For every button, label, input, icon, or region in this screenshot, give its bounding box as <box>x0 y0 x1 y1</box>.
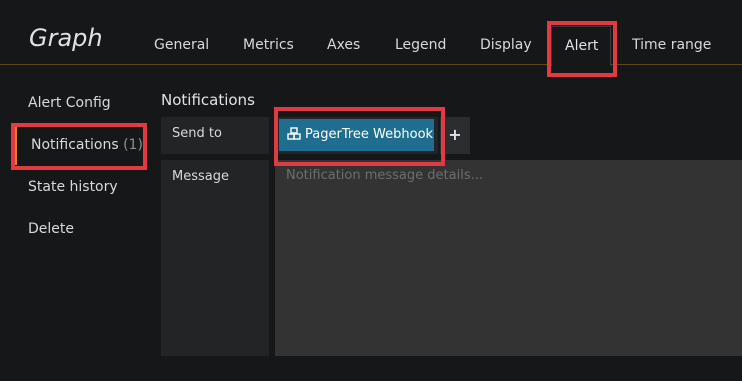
sidebar-item-label: Delete <box>28 221 74 237</box>
highlight-channel <box>274 107 445 166</box>
sidebar-item-state-history[interactable]: State history <box>28 179 118 195</box>
sidebar-item-label: Alert Config <box>28 95 111 111</box>
highlight-alert-tab <box>547 21 617 77</box>
sidebar-item-delete[interactable]: Delete <box>28 221 74 237</box>
tab-metrics[interactable]: Metrics <box>243 37 294 53</box>
highlight-notifications <box>11 123 147 170</box>
send-to-label-box: Send to <box>161 117 269 154</box>
section-title: Notifications <box>161 91 255 109</box>
message-label: Message <box>172 169 229 184</box>
tab-general[interactable]: General <box>154 37 209 53</box>
tab-display[interactable]: Display <box>480 37 532 53</box>
send-to-label: Send to <box>172 126 222 141</box>
panel-title: Graph <box>29 24 103 52</box>
tab-legend[interactable]: Legend <box>395 37 446 53</box>
message-label-box: Message <box>161 160 269 356</box>
sidebar-item-alert-config[interactable]: Alert Config <box>28 95 111 111</box>
sidebar-item-label: State history <box>28 179 118 195</box>
panel-header: Graph General Metrics Axes Legend Displa… <box>0 0 742 66</box>
tab-time-range[interactable]: Time range <box>632 37 711 53</box>
message-input[interactable] <box>275 160 742 356</box>
tab-axes[interactable]: Axes <box>327 37 360 53</box>
